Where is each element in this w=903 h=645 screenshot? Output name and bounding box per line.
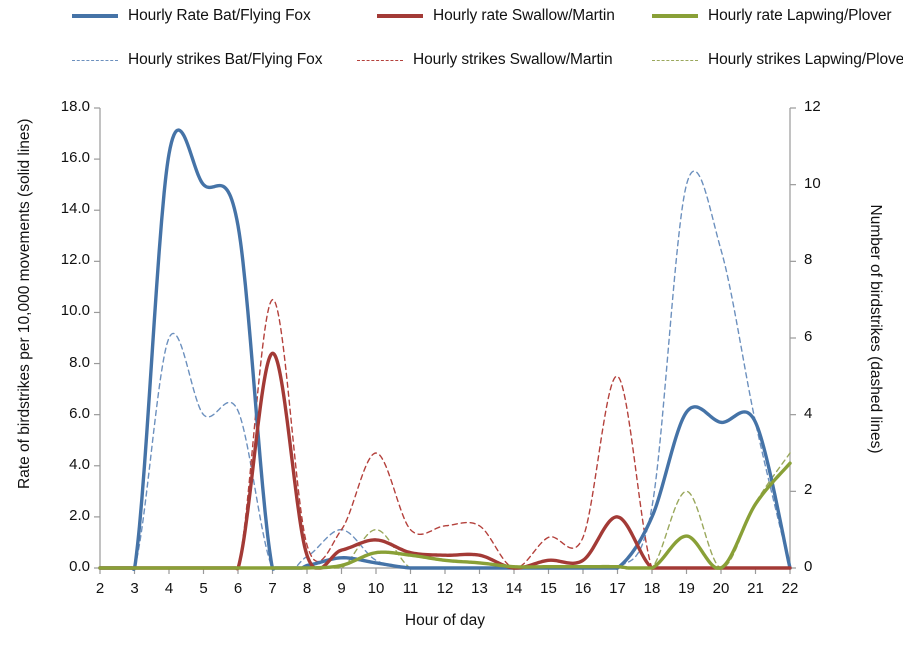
y-axis-right-tick-10: 10: [804, 174, 821, 192]
y-axis-right-tick-2: 2: [804, 481, 813, 499]
y-axis-right-tick-6: 6: [804, 328, 813, 345]
x-axis-tick-22: 22: [781, 580, 799, 597]
y-axis-left-tick-6.0: 6.0: [69, 404, 90, 422]
y-axis-left-tick-0.0: 0.0: [69, 558, 90, 575]
series-line-hourly-rate-lapwing-plover: [98, 461, 792, 570]
y-axis-right-tick-4: 4: [804, 404, 813, 422]
y-axis-right-tick-12: 12: [804, 98, 821, 115]
y-axis-left-tick-10.0: 10.0: [60, 302, 90, 320]
series-line-hourly-strikes-lapwing-plover: [99, 452, 791, 569]
y-axis-left-tick-2.0: 2.0: [69, 506, 90, 524]
series-line-hourly-rate-bat-flying-fox: [98, 128, 792, 572]
y-axis-left-tick-8.0: 8.0: [69, 353, 90, 371]
series-line-hourly-strikes-bat-flying-fox: [99, 170, 791, 570]
x-axis-title: Hour of day: [404, 612, 486, 629]
y-axis-left-tick-4.0: 4.0: [69, 455, 90, 473]
series-line-hourly-strikes-swallow-martin: [99, 298, 791, 570]
y-axis-right-tick-0: 0: [804, 558, 813, 575]
y-axis-left-tick-12.0: 12.0: [60, 251, 90, 269]
plot-area: [94, 107, 796, 574]
y-axis-right-tick-8: 8: [804, 251, 813, 269]
y-axis-left-tick-14.0: 14.0: [60, 200, 90, 218]
y-axis-right-title: Number of birdstrikes (dashed lines): [867, 204, 884, 454]
y-axis-left-tick-16.0: 16.0: [60, 149, 90, 167]
birdstrike-chart: Hourly Rate Bat/Flying Fox Hourly rate S…: [0, 0, 903, 645]
y-axis-left-tick-18.0: 18.0: [60, 98, 90, 115]
